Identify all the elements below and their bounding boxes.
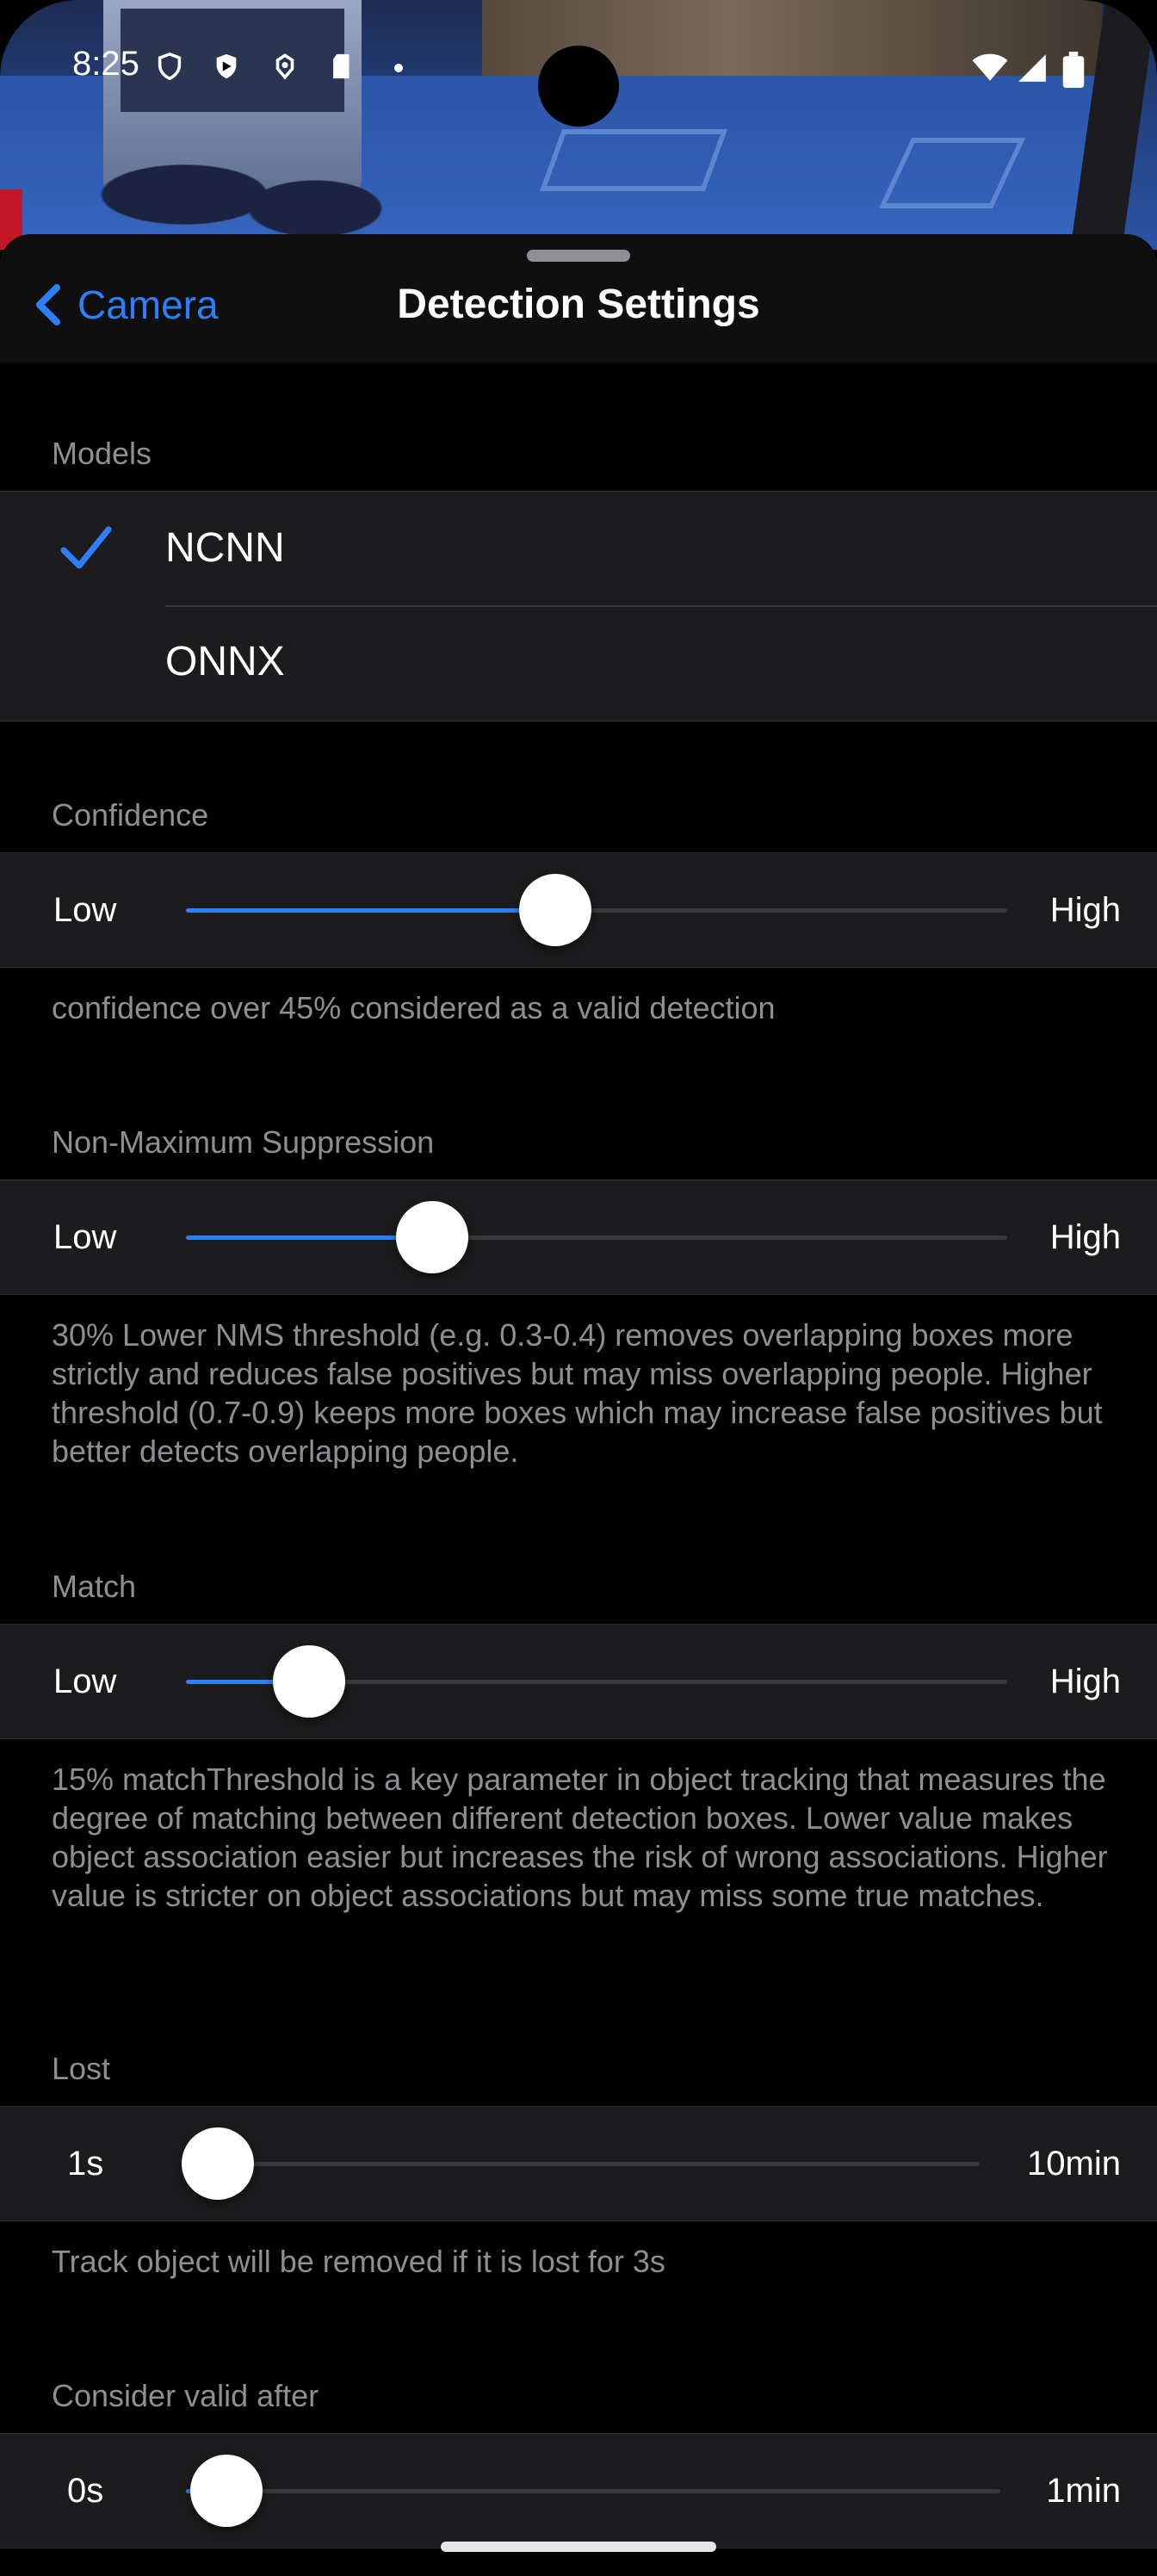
nms-description: 30% Lower NMS threshold (e.g. 0.3-0.4) r…: [52, 1317, 1103, 1469]
notification-dot: [394, 64, 403, 72]
page-title: Detection Settings: [397, 282, 760, 327]
lost-slider-row: 1s 10min: [0, 2106, 1157, 2221]
confidence-max-label: High: [1049, 891, 1121, 929]
match-header: Match: [52, 1569, 137, 1604]
lost-description: Track object will be removed if it is lo…: [52, 2244, 665, 2279]
consider-valid-max-label: 1min: [1046, 2472, 1121, 2510]
sd-card-icon: [333, 53, 350, 79]
models-header: Models: [52, 436, 152, 471]
model-option-onnx[interactable]: ONNX: [0, 605, 1157, 719]
settings-sheet: Camera Detection Settings Models NCNN ON…: [0, 234, 1157, 2576]
match-min-label: Low: [53, 1663, 117, 1700]
front-camera-cutout: [538, 46, 619, 127]
confidence-min-label: Low: [53, 891, 117, 929]
nms-max-label: High: [1049, 1218, 1121, 1256]
battery-icon: [1062, 52, 1085, 88]
checkmark-icon: [60, 526, 112, 569]
lost-header: Lost: [52, 2051, 111, 2086]
consider-valid-slider-thumb[interactable]: [190, 2455, 263, 2527]
lost-max-label: 10min: [1027, 2145, 1121, 2183]
model-option-label: NCNN: [165, 525, 285, 571]
models-list: NCNN ONNX: [0, 491, 1157, 721]
consider-valid-slider-row: 0s 1min: [0, 2433, 1157, 2548]
status-time: 8:25: [72, 45, 139, 83]
confidence-description: confidence over 45% considered as a vali…: [52, 990, 776, 1025]
match-description: 15% matchThreshold is a key parameter in…: [52, 1762, 1108, 1913]
location-icon: [275, 53, 294, 80]
cell-signal-icon: [1018, 54, 1046, 82]
vpn-shield-icon: [158, 52, 182, 81]
sheet-grabber-handle[interactable]: [527, 250, 630, 262]
nms-slider-thumb[interactable]: [396, 1201, 469, 1273]
model-option-ncnn[interactable]: NCNN: [0, 492, 1157, 605]
match-max-label: High: [1049, 1663, 1121, 1700]
nms-header: Non-Maximum Suppression: [52, 1124, 435, 1160]
lost-slider-thumb[interactable]: [181, 2127, 254, 2200]
model-option-label: ONNX: [165, 639, 285, 684]
confidence-slider[interactable]: [186, 874, 1007, 946]
match-slider[interactable]: [186, 1645, 1007, 1718]
match-slider-thumb[interactable]: [273, 1645, 346, 1718]
consider-valid-min-label: 0s: [67, 2472, 104, 2510]
wifi-icon: [972, 53, 1008, 81]
consider-valid-slider[interactable]: [186, 2455, 1000, 2527]
confidence-header: Confidence: [52, 797, 209, 833]
shield-icon: [216, 53, 237, 79]
home-indicator[interactable]: [441, 2542, 716, 2552]
lost-min-label: 1s: [67, 2145, 104, 2183]
confidence-slider-fill: [186, 908, 556, 913]
nms-slider[interactable]: [186, 1201, 1007, 1273]
confidence-slider-thumb[interactable]: [519, 874, 592, 946]
confidence-slider-row: Low High: [0, 852, 1157, 968]
match-slider-row: Low High: [0, 1624, 1157, 1739]
lost-slider[interactable]: [181, 2127, 980, 2200]
consider-valid-header: Consider valid after: [52, 2378, 319, 2413]
nms-min-label: Low: [53, 1218, 117, 1256]
nms-slider-row: Low High: [0, 1180, 1157, 1295]
